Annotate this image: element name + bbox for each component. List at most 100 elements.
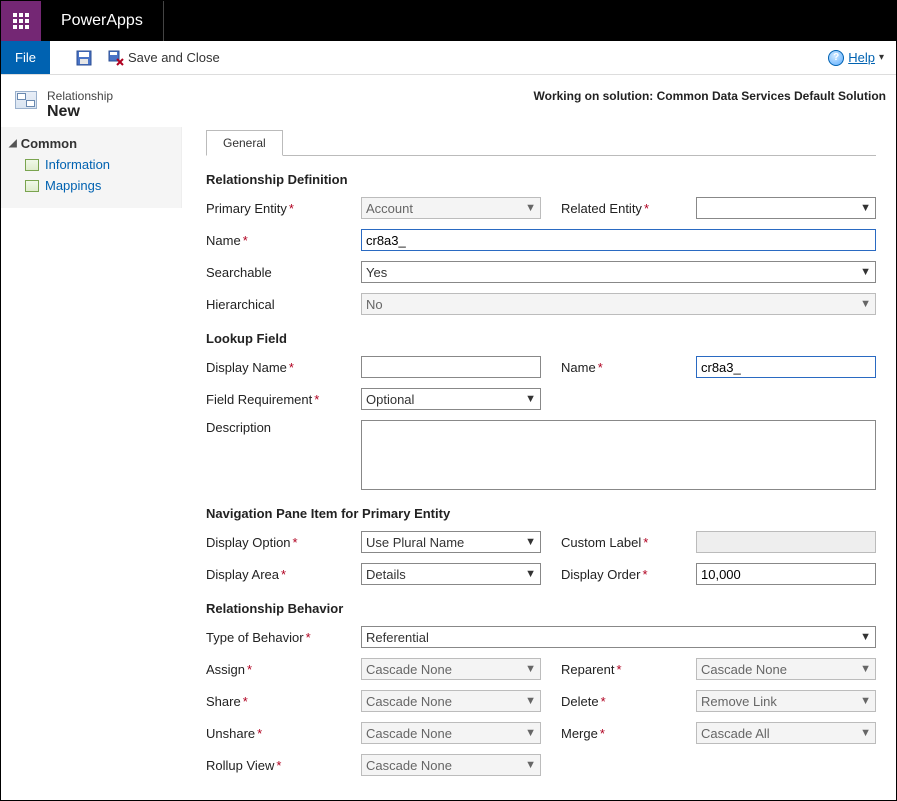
- select-value: Cascade None: [366, 662, 452, 677]
- main-area: ◢ Common Information Mappings General Re…: [1, 127, 896, 800]
- sidebar-item-information[interactable]: Information: [1, 154, 181, 175]
- mappings-icon: [25, 180, 39, 192]
- caret-down-icon: ◢: [9, 138, 17, 149]
- form-icon: [25, 159, 39, 171]
- help-label: Help: [848, 50, 875, 65]
- sidebar-group-common[interactable]: ◢ Common: [1, 133, 181, 154]
- label-searchable: Searchable: [206, 265, 361, 280]
- chevron-down-icon: ▼: [860, 663, 871, 675]
- solution-context: Working on solution: Common Data Service…: [534, 89, 886, 103]
- select-value: Cascade None: [366, 758, 452, 773]
- select-value: Optional: [366, 392, 414, 407]
- tab-label: General: [223, 136, 266, 150]
- chevron-down-icon: ▼: [525, 727, 536, 739]
- help-icon: ?: [828, 50, 844, 66]
- label-share: Share*: [206, 694, 361, 709]
- select-rollup-view[interactable]: Cascade None ▼: [361, 754, 541, 776]
- content-panel: General Relationship Definition Primary …: [182, 127, 896, 800]
- label-lookup-name: Name*: [561, 360, 696, 375]
- chevron-down-icon: ▼: [525, 202, 536, 214]
- entity-type-label: Relationship: [47, 89, 113, 103]
- file-menu-label: File: [15, 50, 36, 65]
- select-unshare[interactable]: Cascade None ▼: [361, 722, 541, 744]
- tab-general[interactable]: General: [206, 130, 283, 156]
- select-value: No: [366, 297, 383, 312]
- select-value: Account: [366, 201, 413, 216]
- chevron-down-icon: ▼: [525, 663, 536, 675]
- select-value: Yes: [366, 265, 387, 280]
- label-unshare: Unshare*: [206, 726, 361, 741]
- select-value: Use Plural Name: [366, 535, 464, 550]
- chevron-down-icon: ▼: [525, 695, 536, 707]
- save-close-icon: [108, 50, 124, 66]
- chevron-down-icon: ▼: [525, 393, 536, 405]
- save-and-close-button[interactable]: Save and Close: [100, 41, 228, 74]
- input-relationship-name[interactable]: [361, 229, 876, 251]
- relationship-icon: [15, 91, 37, 109]
- save-and-close-label: Save and Close: [128, 50, 220, 65]
- section-relationship-behavior: Relationship Behavior: [206, 601, 876, 616]
- select-delete[interactable]: Remove Link▼: [696, 690, 876, 712]
- select-reparent[interactable]: Cascade None ▼: [696, 658, 876, 680]
- select-hierarchical[interactable]: No ▼: [361, 293, 876, 315]
- entity-state: New: [47, 103, 113, 121]
- select-share[interactable]: Cascade None ▼: [361, 690, 541, 712]
- label-merge: Merge*: [561, 726, 696, 741]
- chevron-down-icon: ▼: [860, 298, 871, 310]
- select-searchable[interactable]: Yes ▼: [361, 261, 876, 283]
- label-hierarchical: Hierarchical: [206, 297, 361, 312]
- input-lookup-name[interactable]: [696, 356, 876, 378]
- select-display-option[interactable]: Use Plural Name▼: [361, 531, 541, 553]
- select-value: Cascade None: [366, 694, 452, 709]
- select-value: Remove Link: [701, 694, 777, 709]
- select-type-of-behavior[interactable]: Referential ▼: [361, 626, 876, 648]
- select-field-requirement[interactable]: Optional ▼: [361, 388, 541, 410]
- select-value: Cascade None: [701, 662, 787, 677]
- select-primary-entity[interactable]: Account ▼: [361, 197, 541, 219]
- select-display-area[interactable]: Details ▼: [361, 563, 541, 585]
- chevron-down-icon: ▾: [879, 52, 884, 63]
- sidebar-item-mappings[interactable]: Mappings: [1, 175, 181, 196]
- label-reparent: Reparent*: [561, 662, 696, 677]
- app-launcher-button[interactable]: [1, 1, 41, 41]
- section-relationship-definition: Relationship Definition: [206, 172, 876, 187]
- help-menu[interactable]: ? Help ▾: [828, 50, 884, 66]
- chevron-down-icon: ▼: [860, 631, 871, 643]
- label-display-option: Display Option*: [206, 535, 361, 550]
- select-assign[interactable]: Cascade None ▼: [361, 658, 541, 680]
- chevron-down-icon: ▼: [860, 727, 871, 739]
- chevron-down-icon: ▼: [525, 759, 536, 771]
- label-description: Description: [206, 420, 361, 435]
- input-lookup-display-name[interactable]: [361, 356, 541, 378]
- tab-bar: General: [206, 129, 876, 156]
- section-navigation-pane: Navigation Pane Item for Primary Entity: [206, 506, 876, 521]
- chevron-down-icon: ▼: [860, 202, 871, 214]
- app-header: PowerApps: [1, 1, 896, 41]
- label-delete: Delete*: [561, 694, 696, 709]
- select-value: Referential: [366, 630, 429, 645]
- label-display-order: Display Order*: [561, 567, 696, 582]
- file-menu[interactable]: File: [1, 41, 50, 74]
- label-display-area: Display Area*: [206, 567, 361, 582]
- chevron-down-icon: ▼: [525, 568, 536, 580]
- label-primary-entity: Primary Entity*: [206, 201, 361, 216]
- label-type-of-behavior: Type of Behavior*: [206, 630, 361, 645]
- chevron-down-icon: ▼: [860, 266, 871, 278]
- label-assign: Assign*: [206, 662, 361, 677]
- label-field-requirement: Field Requirement*: [206, 392, 361, 407]
- save-button[interactable]: [68, 41, 100, 74]
- save-icon: [76, 50, 92, 66]
- select-merge[interactable]: Cascade All▼: [696, 722, 876, 744]
- select-value: Details: [366, 567, 406, 582]
- label-custom-label: Custom Label*: [561, 535, 696, 550]
- toolbar: File Save and Close ? Help ▾: [1, 41, 896, 75]
- select-value: Cascade None: [366, 726, 452, 741]
- sidebar-item-label: Information: [45, 157, 110, 172]
- input-display-order[interactable]: [696, 563, 876, 585]
- section-lookup-field: Lookup Field: [206, 331, 876, 346]
- sidebar: ◢ Common Information Mappings: [1, 127, 182, 208]
- select-related-entity[interactable]: ▼: [696, 197, 876, 219]
- sidebar-item-label: Mappings: [45, 178, 101, 193]
- input-custom-label[interactable]: [696, 531, 876, 553]
- textarea-description[interactable]: [361, 420, 876, 490]
